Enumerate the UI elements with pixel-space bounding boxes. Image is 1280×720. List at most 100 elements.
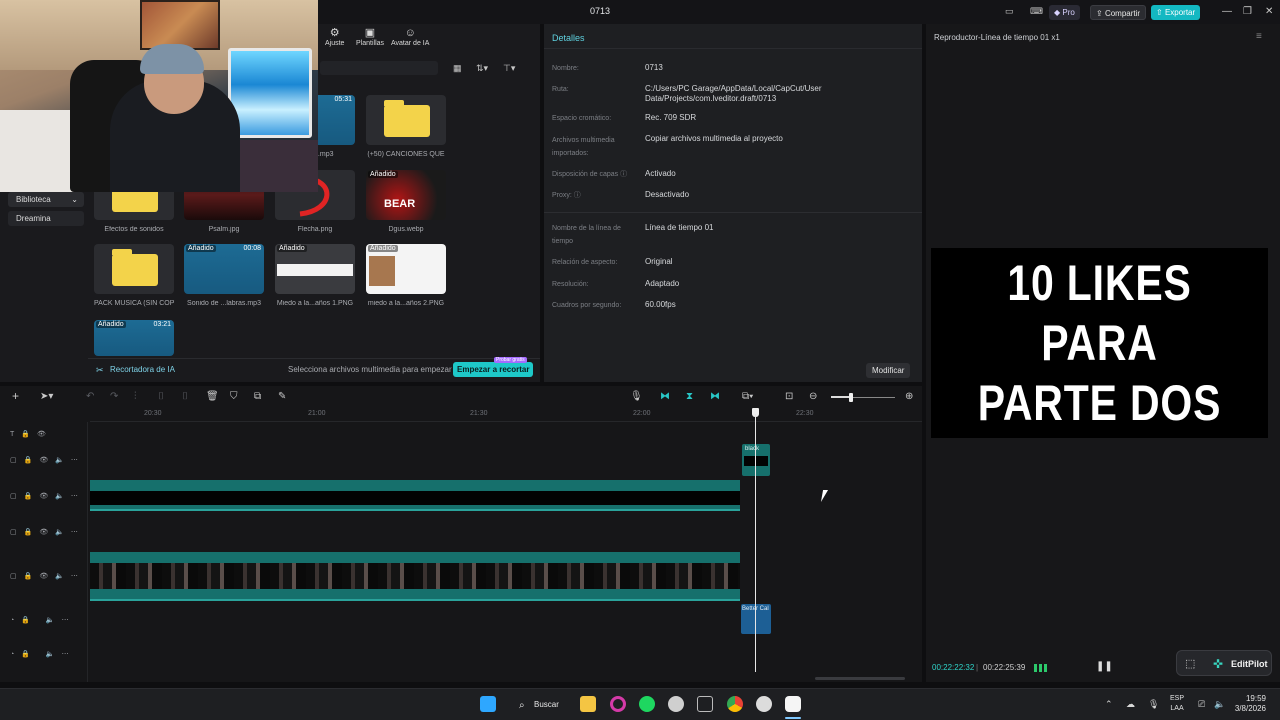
monitor-icon[interactable]: ⎚	[1198, 699, 1205, 710]
media-item[interactable]: Añadido Miedo a la...años 1.PNG	[275, 244, 355, 307]
add-icon[interactable]: +	[12, 389, 19, 403]
timeline-scrollbar[interactable]	[815, 677, 905, 680]
sort-icon[interactable]: ⇅▾	[476, 63, 488, 74]
split-left-icon[interactable]: ⌷	[158, 391, 164, 402]
start-cutting-button[interactable]: Empezar a recortar	[453, 362, 534, 377]
field-value: Adaptado	[645, 279, 680, 288]
main-clip-waveform[interactable]	[90, 589, 740, 601]
zoom-in-icon[interactable]: ⊕	[905, 391, 913, 402]
preview-axis-icon[interactable]: ⧉▾	[742, 391, 753, 402]
capcut-icon[interactable]	[785, 696, 801, 712]
split-icon[interactable]: ⫶	[134, 391, 137, 402]
ruler-tick: 20:30	[144, 410, 162, 417]
track-controls-overlay[interactable]: ▢🔒👁🔈⋯	[10, 456, 85, 464]
preview-caption: 10 LIKES PARA PARTE DOS	[961, 253, 1237, 433]
timeline-panel: + ➤▾ ↶ ↷ ⫶ ⌷ ⌷ 🗑 ⛉ ⧉ ✎ 🎙 ⧓ ⧗ ⧓ ⧉▾ ⊡ ⊖ ⊕ …	[0, 386, 922, 682]
opera-icon[interactable]	[610, 696, 626, 712]
media-item[interactable]: Añadido BEAR Dgus.webp	[366, 170, 446, 233]
volume-icon[interactable]: 🔈	[1214, 699, 1225, 710]
keyboard-app-icon[interactable]	[697, 696, 713, 712]
shortcuts-icon[interactable]: ⌨	[1030, 6, 1043, 17]
caption-icon[interactable]: ⊡	[785, 391, 793, 402]
track-controls-main[interactable]: ▢🔒👁🔈⋯	[10, 572, 85, 580]
pen-icon[interactable]: ✎	[278, 391, 286, 402]
obs-icon[interactable]	[756, 696, 772, 712]
undo-icon[interactable]: ↶	[86, 391, 94, 402]
current-time: 00:22:22:32	[932, 663, 975, 672]
magnet-icon[interactable]: ⧓	[710, 391, 720, 402]
delete-icon[interactable]: 🗑	[206, 391, 219, 402]
zoom-out-icon[interactable]: ⊖	[809, 391, 817, 402]
playhead[interactable]	[755, 414, 756, 672]
webcam-pc-case	[228, 48, 312, 138]
info-icon[interactable]: ⓘ	[574, 192, 581, 199]
clock[interactable]: 19:59 3/8/2026	[1232, 694, 1266, 714]
language-indicator[interactable]: ESP LAA	[1170, 694, 1184, 714]
main-clip-header[interactable]	[90, 552, 740, 563]
shield-icon[interactable]: ⛉	[230, 391, 238, 402]
export-button[interactable]: ⇧ Exportar	[1151, 5, 1201, 20]
select-tool-icon[interactable]: ➤▾	[40, 391, 53, 402]
close-icon[interactable]: ✕	[1265, 6, 1273, 17]
cloud-icon[interactable]: ☁	[1126, 699, 1135, 710]
media-item[interactable]: Añadido 00:08 Sonido de ...labras.mp3	[184, 244, 264, 307]
field-value: Activado	[645, 169, 676, 178]
main-video-clip[interactable]	[90, 563, 740, 589]
microphone-tray-icon[interactable]: 🎙	[1148, 699, 1159, 710]
menu-icon[interactable]: ≡	[1256, 31, 1262, 42]
editpilot-widget[interactable]: ⬚ ✜ EditPilot	[1176, 650, 1272, 676]
microphone-icon[interactable]: 🎙	[630, 391, 643, 402]
steam-icon[interactable]	[668, 696, 684, 712]
overlay-clip-header[interactable]	[90, 480, 740, 491]
time-separator: |	[976, 663, 979, 672]
track-controls-audio[interactable]: ◔🔒 🔈⋯	[10, 616, 76, 624]
media-item[interactable]: (+50) CANCIONES QUE	[366, 95, 446, 158]
crop-icon[interactable]: ⧉	[254, 391, 261, 402]
track-controls-text[interactable]: T🔒👁	[10, 430, 53, 438]
minimize-icon[interactable]: —	[1222, 6, 1232, 17]
share-button[interactable]: ⇪ Compartir	[1090, 5, 1147, 20]
restore-icon[interactable]: ❐	[1243, 6, 1252, 17]
sidebar-item-dreamina[interactable]: Dreamina	[8, 211, 84, 226]
filter-icon[interactable]: ⊤▾	[503, 63, 515, 74]
divider	[544, 212, 922, 213]
split-right-icon[interactable]: ⌷	[182, 391, 188, 402]
duration-label: 00:08	[243, 245, 261, 252]
chrome-icon[interactable]	[727, 696, 743, 712]
sidebar-item-biblioteca[interactable]: Biblioteca ⌄	[8, 192, 84, 207]
file-explorer-icon[interactable]	[580, 696, 596, 712]
pro-button[interactable]: ◆ Pro	[1049, 5, 1080, 20]
overlay-clip-footer[interactable]	[90, 505, 740, 511]
info-icon[interactable]: ⓘ	[620, 171, 627, 178]
added-tag: Añadido	[368, 245, 398, 252]
layout-icon[interactable]: ▭	[1005, 6, 1014, 17]
snap-icon[interactable]: ⧗	[686, 391, 693, 402]
windows-start-icon[interactable]	[480, 696, 496, 712]
field-value: Copiar archivos multimedia al proyecto	[645, 134, 783, 143]
link-icon[interactable]: ⧓	[660, 391, 670, 402]
media-search-input[interactable]	[320, 61, 438, 75]
overlay-clip-body[interactable]	[90, 491, 740, 505]
tab-adjust[interactable]: ⚙ Ajuste	[325, 28, 344, 48]
redo-icon[interactable]: ↷	[110, 391, 118, 402]
tab-ai-avatar[interactable]: ☺ Avatar de IA	[391, 28, 429, 48]
added-tag: Añadido	[368, 171, 398, 178]
black-clip[interactable]: black	[742, 444, 770, 476]
share-label: Compartir	[1104, 9, 1141, 18]
chevron-up-icon[interactable]: ⌃	[1105, 699, 1113, 710]
taskbar-search[interactable]: ⌕ Buscar	[510, 695, 572, 715]
audio-clip[interactable]: Better Cal	[741, 604, 771, 634]
scissors-icon: ✂	[96, 365, 104, 375]
track-controls-overlay[interactable]: ▢🔒👁🔈⋯	[10, 528, 85, 536]
track-controls-overlay[interactable]: ▢🔒👁🔈⋯	[10, 492, 85, 500]
tab-templates[interactable]: ▣ Plantillas	[356, 28, 384, 48]
zoom-slider-handle[interactable]	[849, 393, 853, 402]
spotify-icon[interactable]	[639, 696, 655, 712]
image-thumbnail: Añadido	[275, 244, 355, 294]
media-item[interactable]: Añadido miedo a la...años 2.PNG	[366, 244, 446, 307]
grid-view-icon[interactable]: ▦	[453, 63, 462, 74]
modify-button[interactable]: Modificar	[866, 363, 911, 378]
track-controls-audio[interactable]: ◔🔒 🔈⋯	[10, 650, 76, 658]
media-item[interactable]: PACK MUSICA (SIN COP	[94, 244, 174, 307]
pause-button[interactable]: ❚❚	[1096, 661, 1113, 672]
